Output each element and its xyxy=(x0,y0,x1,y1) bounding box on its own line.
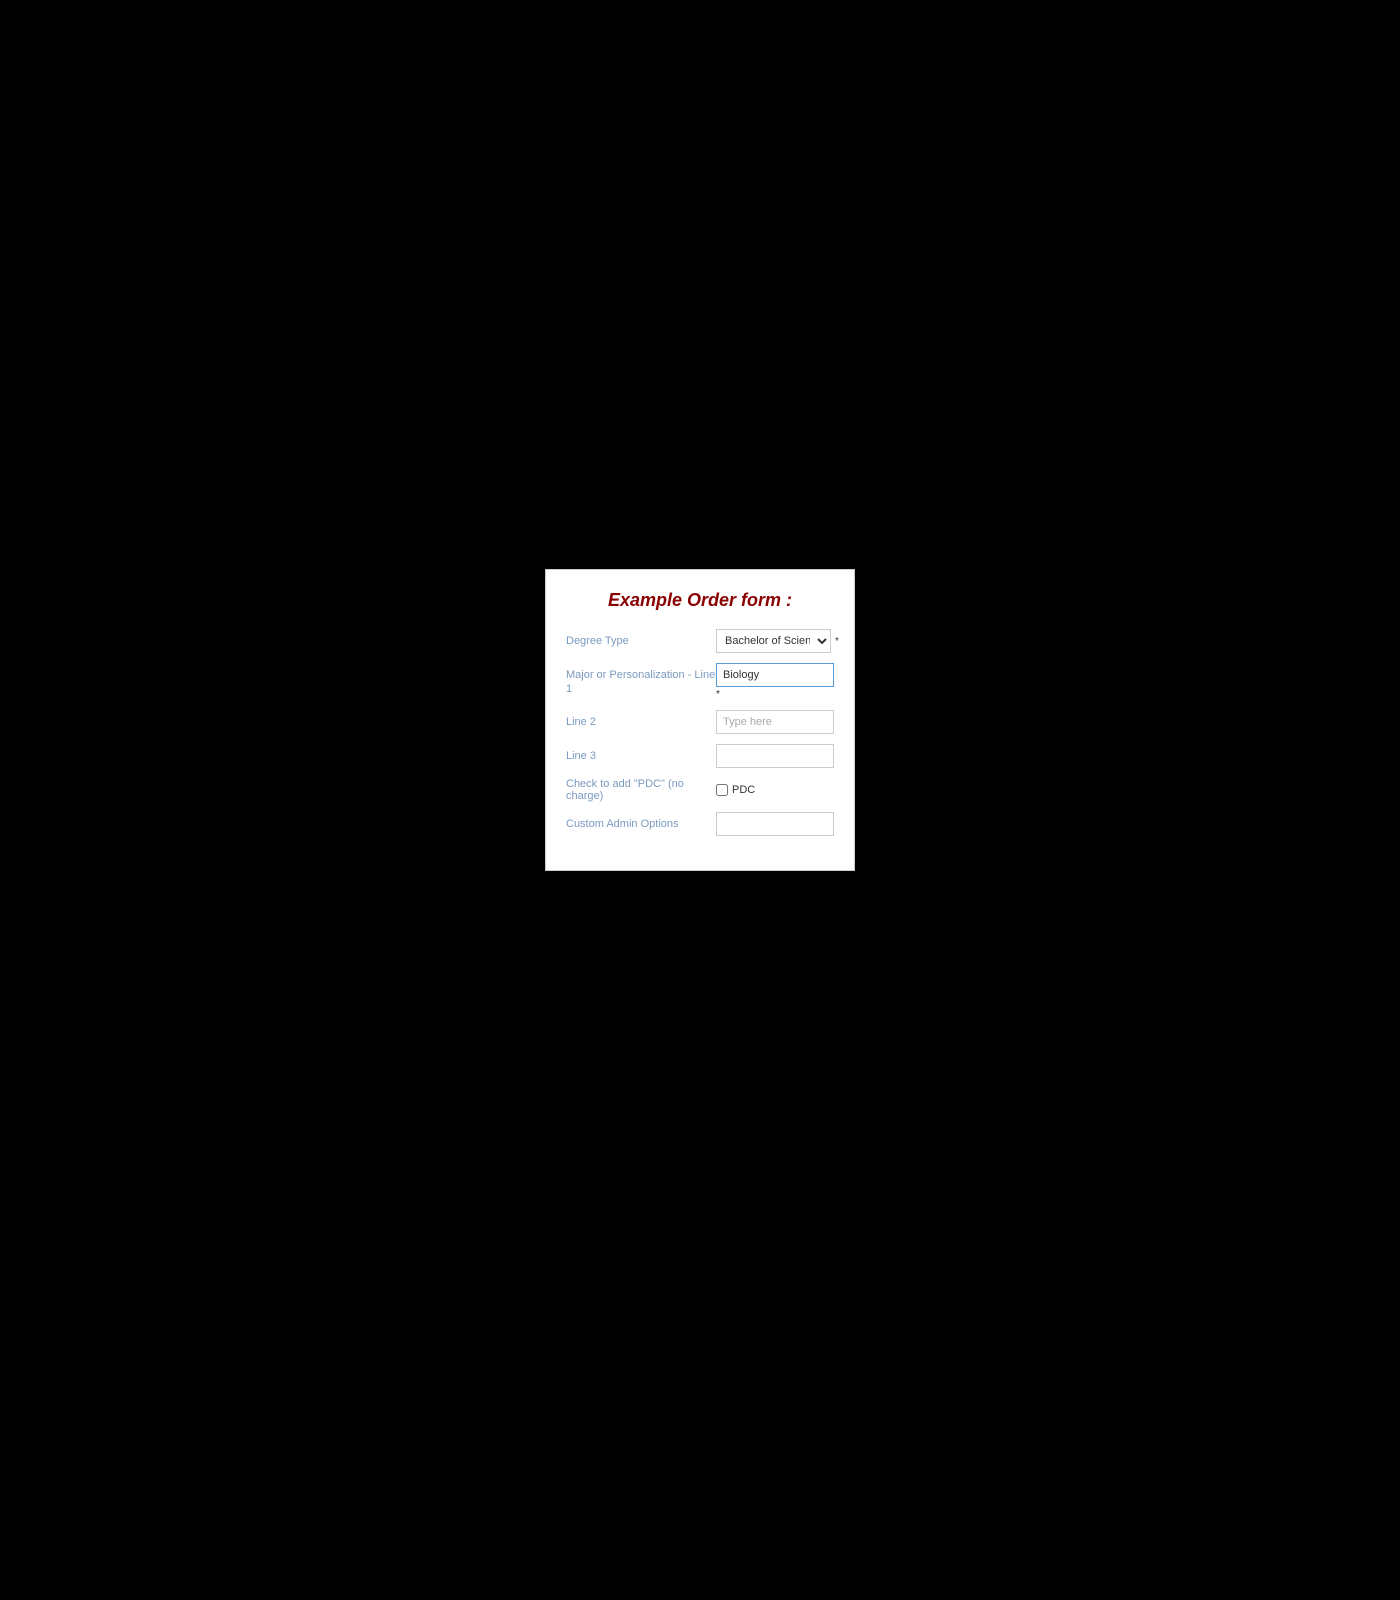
line2-input[interactable] xyxy=(716,710,834,734)
pdc-label: Check to add "PDC" (no charge) xyxy=(566,778,716,802)
major-line1-required: * xyxy=(716,689,834,700)
line3-field xyxy=(716,744,834,768)
custom-admin-row: Custom Admin Options xyxy=(566,812,834,836)
line3-label: Line 3 xyxy=(566,744,716,763)
line3-input[interactable] xyxy=(716,744,834,768)
pdc-checkbox[interactable] xyxy=(716,784,728,796)
pdc-row: Check to add "PDC" (no charge) PDC xyxy=(566,778,834,802)
degree-type-label: Degree Type xyxy=(566,629,716,648)
line3-row: Line 3 xyxy=(566,744,834,768)
degree-type-required: * xyxy=(835,636,839,647)
custom-admin-input[interactable] xyxy=(716,812,834,836)
pdc-checkbox-label[interactable]: PDC xyxy=(732,784,755,796)
degree-type-row: Degree Type Bachelor of Science Master o… xyxy=(566,629,834,653)
order-form: Example Order form : Degree Type Bachelo… xyxy=(545,569,855,871)
pdc-checkbox-field: PDC xyxy=(716,784,755,796)
line2-field xyxy=(716,710,834,734)
line2-label: Line 2 xyxy=(566,710,716,729)
line2-row: Line 2 xyxy=(566,710,834,734)
form-title: Example Order form : xyxy=(566,590,834,611)
degree-type-field: Bachelor of Science Master of Science As… xyxy=(716,629,839,653)
custom-admin-label: Custom Admin Options xyxy=(566,812,716,831)
custom-admin-field xyxy=(716,812,834,836)
major-line1-row: Major or Personalization - Line 1 * xyxy=(566,663,834,700)
major-line1-label: Major or Personalization - Line 1 xyxy=(566,663,716,697)
major-line1-field: * xyxy=(716,663,834,700)
major-line1-input[interactable] xyxy=(716,663,834,687)
degree-type-select[interactable]: Bachelor of Science Master of Science As… xyxy=(716,629,831,653)
